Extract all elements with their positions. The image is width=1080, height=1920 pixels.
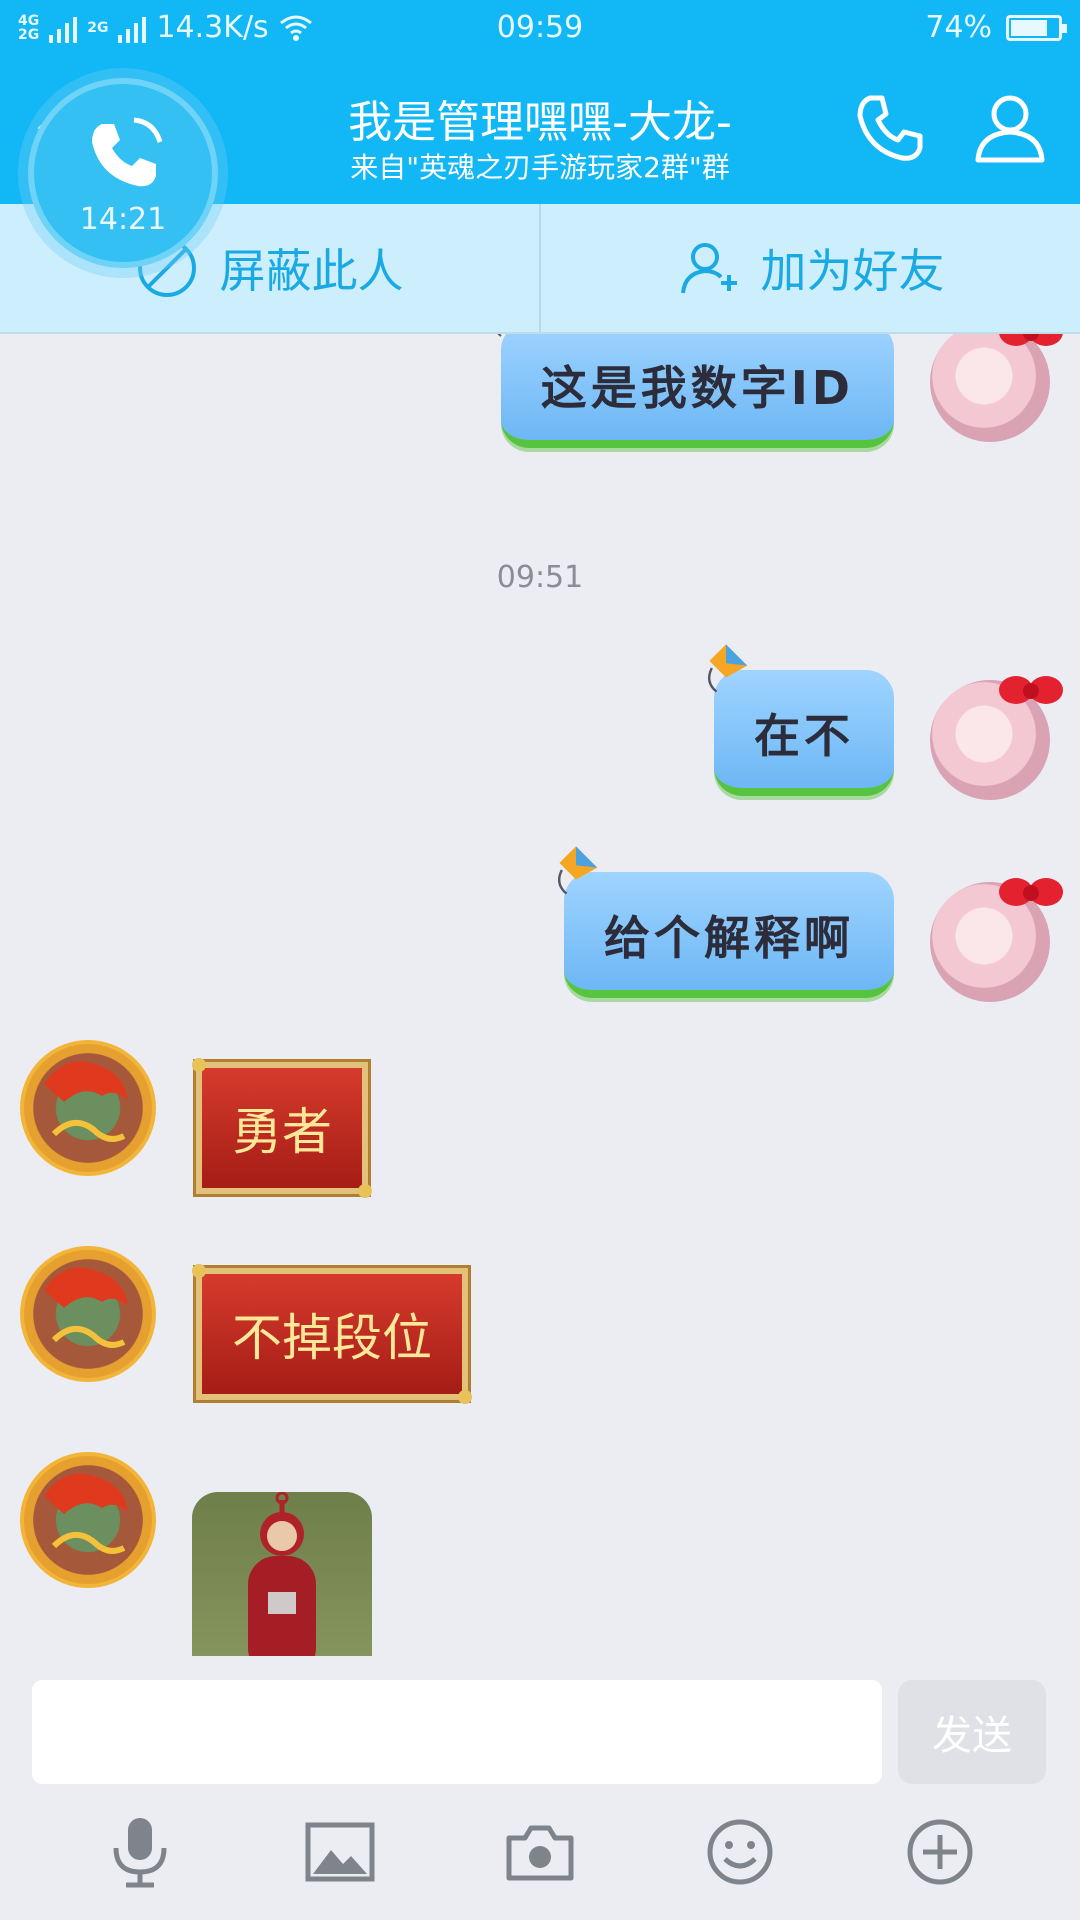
message-bubble[interactable]: 给个解释啊 — [557, 846, 894, 998]
status-time: 09:59 — [496, 10, 584, 45]
ongoing-call-bubble[interactable]: 14:21 — [28, 78, 218, 268]
avatar[interactable] — [930, 676, 1063, 800]
sticker-image[interactable] — [192, 1492, 372, 1656]
avatar[interactable] — [20, 1040, 156, 1176]
phone-icon[interactable] — [850, 88, 930, 168]
message-incoming: 不掉段位 — [20, 1246, 472, 1404]
battery-percent: 74% — [925, 10, 992, 45]
image-icon[interactable] — [300, 1812, 380, 1892]
chat-title: 我是管理嘿嘿-大龙- — [348, 97, 732, 148]
message-input[interactable] — [32, 1680, 882, 1784]
call-duration: 14:21 — [79, 202, 167, 237]
add-user-icon — [680, 243, 737, 294]
message-bubble[interactable]: 在不 — [707, 644, 894, 796]
message-text: 勇者 — [232, 1103, 332, 1161]
user-icon[interactable] — [970, 88, 1050, 168]
kite-icon — [557, 846, 598, 895]
message-incoming: 勇者 — [20, 1040, 372, 1198]
bow-icon — [999, 676, 1063, 704]
message-list[interactable]: 这是我数字ID 09:51 在不 给个解释啊 勇者 不掉段位 — [0, 334, 1080, 1656]
message-outgoing: 这是我数字ID — [497, 334, 1063, 448]
kite-icon — [707, 644, 748, 693]
avatar[interactable] — [930, 334, 1063, 442]
dragon-icon — [44, 1061, 128, 1142]
composer-toolbar — [0, 1784, 1080, 1920]
message-outgoing: 给个解释啊 — [557, 846, 1063, 1002]
status-right: 74% — [925, 10, 1067, 45]
message-text: 这是我数字ID — [540, 361, 854, 415]
teletubby-icon — [248, 1492, 316, 1656]
composer: 发送 — [0, 1656, 1080, 1784]
avatar[interactable] — [930, 878, 1063, 1002]
microphone-icon[interactable] — [100, 1812, 180, 1892]
dragon-icon — [44, 1267, 128, 1348]
message-outgoing: 在不 — [707, 644, 1063, 800]
battery-icon — [1006, 14, 1067, 41]
message-text: 在不 — [754, 709, 854, 763]
add-friend-button[interactable]: 加为好友 — [539, 204, 1080, 332]
message-bubble[interactable]: 不掉段位 — [192, 1264, 472, 1404]
dragon-icon — [44, 1473, 128, 1554]
status-bar: 4G 2G 2G 14.3K/s 09:59 74% — [0, 0, 1080, 58]
add-friend-label: 加为好友 — [760, 244, 945, 298]
kite-icon — [497, 334, 502, 337]
avatar[interactable] — [20, 1452, 156, 1588]
camera-icon[interactable] — [500, 1812, 580, 1892]
chat-subtitle: 来自"英魂之刃手游玩家2群"群 — [350, 151, 730, 184]
message-timestamp: 09:51 — [496, 560, 584, 595]
emoji-icon[interactable] — [700, 1812, 780, 1892]
block-user-label: 屏蔽此人 — [219, 244, 404, 298]
phone-call-icon — [92, 117, 163, 187]
message-text: 不掉段位 — [232, 1309, 432, 1367]
message-bubble[interactable]: 这是我数字ID — [497, 334, 894, 448]
avatar[interactable] — [20, 1246, 156, 1382]
bow-icon — [999, 878, 1063, 906]
plus-icon[interactable] — [900, 1812, 980, 1892]
bow-icon — [999, 334, 1063, 346]
message-incoming — [20, 1452, 372, 1656]
message-text: 给个解释啊 — [604, 911, 854, 965]
send-button[interactable]: 发送 — [898, 1680, 1046, 1784]
message-bubble[interactable]: 勇者 — [192, 1058, 372, 1198]
